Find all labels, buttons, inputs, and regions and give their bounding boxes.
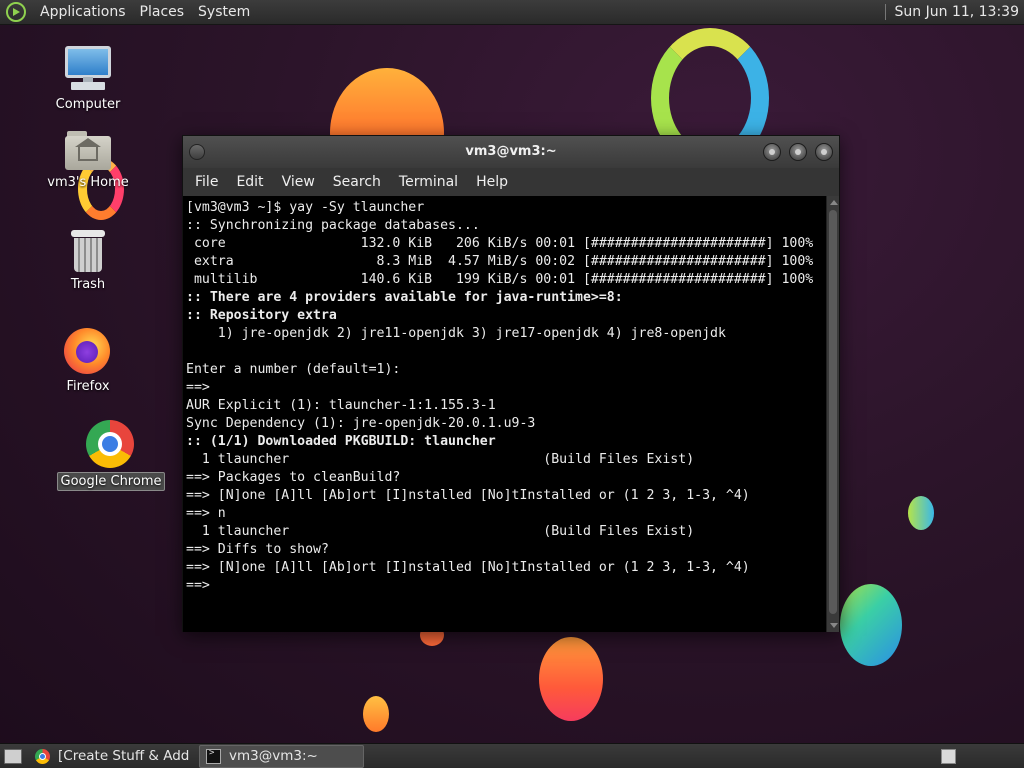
terminal-line: [vm3@vm3 ~]$ yay -Sy tlauncher xyxy=(186,200,425,215)
computer-icon xyxy=(63,46,113,94)
firefox-icon xyxy=(64,328,112,376)
terminal-line: ==> Packages to cleanBuild? xyxy=(186,470,401,485)
terminal-line: :: Synchronizing package databases... xyxy=(186,218,480,233)
terminal-scrollbar[interactable] xyxy=(826,196,839,632)
terminal-line: ==> n xyxy=(186,506,226,521)
panel-separator xyxy=(884,4,886,20)
menu-edit[interactable]: Edit xyxy=(227,174,272,190)
taskbar-item-terminal[interactable]: vm3@vm3:~ xyxy=(199,744,364,768)
scroll-down-icon[interactable] xyxy=(830,623,838,628)
window-menu-icon[interactable] xyxy=(189,144,205,160)
desktop-icon-label: Firefox xyxy=(66,379,110,394)
wallpaper-shape xyxy=(539,637,603,721)
chrome-icon xyxy=(35,748,50,764)
desktop-icon-firefox[interactable]: Firefox xyxy=(33,328,143,395)
window-title: vm3@vm3:~ xyxy=(465,144,557,159)
scrollbar-thumb[interactable] xyxy=(829,210,837,614)
home-folder-icon xyxy=(65,130,111,172)
applications-menu-icon[interactable] xyxy=(6,2,26,22)
terminal-line: ==> xyxy=(186,578,210,593)
wallpaper-shape xyxy=(908,496,934,530)
terminal-line: core 132.0 KiB 206 KiB/s 00:01 [########… xyxy=(186,236,814,251)
scroll-up-icon[interactable] xyxy=(830,200,838,205)
terminal-line: 1 tlauncher (Build Files Exist) xyxy=(186,452,695,467)
menu-terminal[interactable]: Terminal xyxy=(390,174,467,190)
menu-help[interactable]: Help xyxy=(467,174,517,190)
window-titlebar[interactable]: vm3@vm3:~ xyxy=(183,136,839,168)
desktop-icon-label: Trash xyxy=(70,277,106,292)
terminal-output[interactable]: [vm3@vm3 ~]$ yay -Sy tlauncher:: Synchro… xyxy=(183,196,827,632)
terminal-icon xyxy=(206,748,221,764)
terminal-line: extra 8.3 MiB 4.57 MiB/s 00:02 [########… xyxy=(186,254,814,269)
terminal-line: :: (1/1) Downloaded PKGBUILD: tlauncher xyxy=(186,434,496,449)
terminal-menubar: File Edit View Search Terminal Help xyxy=(183,168,839,196)
menu-view[interactable]: View xyxy=(273,174,324,190)
workspace-switcher[interactable] xyxy=(941,748,956,764)
wallpaper-shape xyxy=(363,696,389,732)
taskbar-item-label: vm3@vm3:~ xyxy=(229,748,318,764)
desktop-icon-computer[interactable]: Computer xyxy=(33,46,143,113)
terminal-line: multilib 140.6 KiB 199 KiB/s 00:01 [####… xyxy=(186,272,814,287)
terminal-line: Enter a number (default=1): xyxy=(186,362,401,377)
terminal-line: AUR Explicit (1): tlauncher-1:1.155.3-1 xyxy=(186,398,496,413)
desktop-icon-home[interactable]: vm3's Home xyxy=(33,130,143,191)
desktop-icon-chrome[interactable]: Google Chrome xyxy=(56,420,166,491)
desktop-icon-trash[interactable]: Trash xyxy=(33,228,143,293)
terminal-window[interactable]: vm3@vm3:~ File Edit View Search Terminal… xyxy=(182,135,840,632)
trash-icon xyxy=(69,228,107,274)
taskbar-item-chrome[interactable]: [Create Stuff & Addi... xyxy=(29,745,196,768)
wallpaper-shape xyxy=(840,584,902,666)
taskbar-item-label: [Create Stuff & Addi... xyxy=(58,748,190,764)
terminal-line: ==> xyxy=(186,380,210,395)
menu-search[interactable]: Search xyxy=(324,174,390,190)
desktop-icon-label: vm3's Home xyxy=(47,175,129,190)
top-panel: Applications Places System Sun Jun 11, 1… xyxy=(0,0,1024,25)
maximize-button[interactable] xyxy=(789,143,807,161)
menu-file[interactable]: File xyxy=(186,174,227,190)
terminal-line: 1) jre-openjdk 2) jre11-openjdk 3) jre17… xyxy=(186,326,726,341)
desktop-icon-label: Computer xyxy=(55,97,121,112)
menu-places[interactable]: Places xyxy=(133,0,192,25)
show-desktop-icon[interactable] xyxy=(4,748,22,764)
terminal-line: :: Repository extra xyxy=(186,308,337,323)
terminal-line: :: There are 4 providers available for j… xyxy=(186,290,623,305)
terminal-line: ==> Diffs to show? xyxy=(186,542,329,557)
menu-system[interactable]: System xyxy=(191,0,257,25)
minimize-button[interactable] xyxy=(763,143,781,161)
clock[interactable]: Sun Jun 11, 13:39 xyxy=(895,4,1019,20)
bottom-panel: [Create Stuff & Addi... vm3@vm3:~ xyxy=(0,743,1024,768)
terminal-text: [vm3@vm3 ~]$ yay -Sy tlauncher:: Synchro… xyxy=(186,199,827,595)
terminal-line: ==> [N]one [A]ll [Ab]ort [I]nstalled [No… xyxy=(186,560,750,575)
terminal-line: 1 tlauncher (Build Files Exist) xyxy=(186,524,695,539)
terminal-line: Sync Dependency (1): jre-openjdk-20.0.1.… xyxy=(186,416,536,431)
menu-applications[interactable]: Applications xyxy=(33,0,133,25)
chrome-icon xyxy=(86,420,136,470)
desktop-icon-label: Google Chrome xyxy=(56,472,166,491)
terminal-line: ==> [N]one [A]ll [Ab]ort [I]nstalled [No… xyxy=(186,488,750,503)
close-button[interactable] xyxy=(815,143,833,161)
